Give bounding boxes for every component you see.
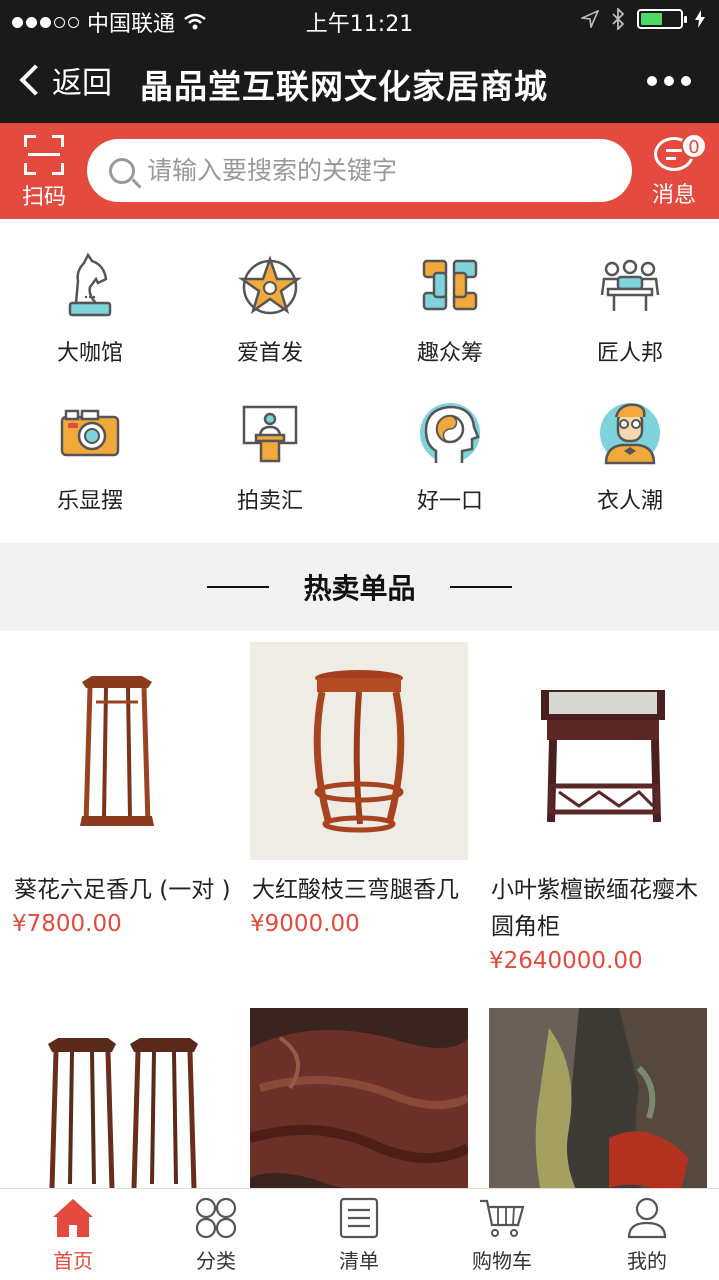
product-name: 葵花六足香几 (一对 ) xyxy=(14,877,231,903)
product-image xyxy=(12,642,230,860)
tab-mine[interactable]: 我的 xyxy=(592,1195,702,1274)
category-label: 好一口 xyxy=(416,489,483,514)
battery-icon xyxy=(637,9,687,29)
scan-qr-icon xyxy=(24,135,64,175)
category-label: 趣众筹 xyxy=(416,341,483,366)
meeting-table-icon xyxy=(600,259,660,311)
category-item-quzhongchou[interactable]: 趣众筹 xyxy=(360,245,540,367)
tab-label: 购物车 xyxy=(472,1249,532,1273)
tab-label: 清单 xyxy=(339,1249,379,1273)
search-box[interactable] xyxy=(87,139,632,202)
home-icon xyxy=(53,1199,93,1237)
tab-category[interactable]: 分类 xyxy=(161,1195,271,1274)
status-bar: 中国联通 上午11:21 xyxy=(0,0,719,40)
messages-label: 消息 xyxy=(651,183,696,208)
scan-button[interactable]: 扫码 xyxy=(14,133,74,211)
category-item-haoyikou[interactable]: 好一口 xyxy=(360,393,540,515)
podium-speaker-icon xyxy=(242,405,298,463)
divider xyxy=(449,586,512,588)
category-label: 拍卖汇 xyxy=(236,489,303,514)
linked-hands-icon xyxy=(422,259,478,311)
list-icon xyxy=(339,1197,379,1239)
tab-home[interactable]: 首页 xyxy=(18,1195,128,1274)
category-grid: 大咖馆 爱首发 趣众筹 匠人邦 乐显摆 拍卖汇 好一口 衣人潮 xyxy=(0,219,719,543)
tab-cart[interactable]: 购物车 xyxy=(447,1195,557,1274)
product-card[interactable]: 大红酸枝三弯腿香几 ¥9000.00 xyxy=(250,642,472,937)
category-item-dakaguan[interactable]: 大咖馆 xyxy=(0,245,180,367)
chess-knight-icon xyxy=(68,252,112,317)
category-item-jiangrenbang[interactable]: 匠人邦 xyxy=(540,245,719,367)
tab-label: 分类 xyxy=(196,1249,236,1273)
product-card[interactable]: 葵花六足香几 (一对 ) ¥7800.00 xyxy=(12,642,234,937)
page-title: 晶品堂互联网文化家居商城 xyxy=(140,67,548,106)
status-icons xyxy=(581,8,705,30)
category-item-lexianbai[interactable]: 乐显摆 xyxy=(0,393,180,515)
section-header: 热卖单品 xyxy=(0,543,719,631)
scan-label: 扫码 xyxy=(21,185,66,210)
product-card[interactable]: 小叶紫檀嵌缅花瘿木圆角柜 ¥2640000.00 xyxy=(489,642,711,974)
head-yinyang-icon xyxy=(420,403,480,463)
back-button[interactable]: 返回 xyxy=(14,58,112,102)
search-input[interactable] xyxy=(147,156,607,185)
category-label: 衣人潮 xyxy=(596,489,663,514)
more-options-icon[interactable] xyxy=(647,76,691,86)
category-label: 大咖馆 xyxy=(56,341,123,366)
grid-circles-icon xyxy=(195,1197,237,1239)
back-label: 返回 xyxy=(52,66,112,101)
user-icon xyxy=(627,1197,667,1239)
chevron-left-icon xyxy=(19,64,51,96)
product-image xyxy=(250,642,468,860)
bottom-tab-bar: 首页 分类 清单 购物车 我的 xyxy=(0,1188,719,1280)
bluetooth-icon xyxy=(612,8,625,30)
message-count-badge: 0 xyxy=(681,133,707,159)
product-price: ¥2640000.00 xyxy=(489,948,643,974)
tab-label: 首页 xyxy=(53,1249,93,1273)
search-header: 扫码 0 消息 xyxy=(0,123,719,219)
product-price: ¥7800.00 xyxy=(12,911,122,937)
product-price: ¥9000.00 xyxy=(250,911,360,937)
product-name: 大红酸枝三弯腿香几 xyxy=(252,877,459,903)
location-arrow-icon xyxy=(581,10,599,28)
tab-list[interactable]: 清单 xyxy=(304,1195,414,1274)
navigation-bar: 返回 晶品堂互联网文化家居商城 xyxy=(0,40,719,123)
category-item-paimaihui[interactable]: 拍卖汇 xyxy=(180,393,360,515)
man-portrait-icon xyxy=(600,403,660,465)
category-label: 匠人邦 xyxy=(596,341,663,366)
tab-label: 我的 xyxy=(627,1249,667,1273)
category-label: 乐显摆 xyxy=(56,489,123,514)
section-title: 热卖单品 xyxy=(303,572,416,605)
product-image xyxy=(489,642,707,860)
category-item-yirenchao[interactable]: 衣人潮 xyxy=(540,393,719,515)
messages-button[interactable]: 0 消息 xyxy=(643,133,707,209)
category-label: 爱首发 xyxy=(236,341,303,366)
category-item-aishoufa[interactable]: 爱首发 xyxy=(180,245,360,367)
camera-icon xyxy=(60,409,120,457)
cart-icon xyxy=(480,1199,525,1237)
product-name: 小叶紫檀嵌缅花瘿木圆角柜 xyxy=(491,877,698,940)
divider xyxy=(207,586,270,588)
charging-bolt-icon xyxy=(695,10,705,28)
search-icon xyxy=(109,157,135,184)
star-badge-icon xyxy=(238,255,302,315)
